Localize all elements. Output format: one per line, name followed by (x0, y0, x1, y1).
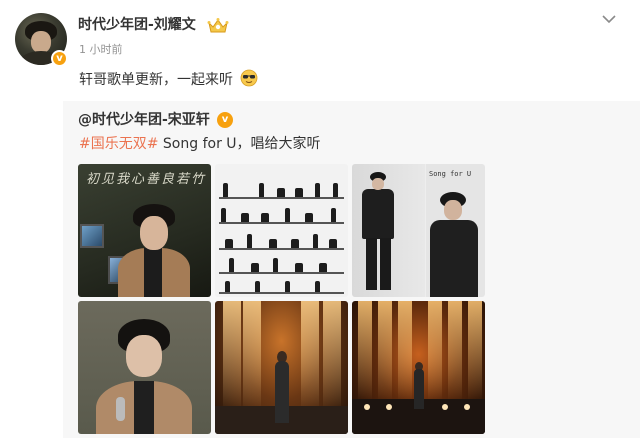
original-author-name[interactable]: @时代少年团-宋亚轩 (78, 110, 210, 130)
sunglasses-emoji-icon (241, 69, 258, 87)
hashtag-link[interactable]: #国乐无双# (79, 136, 158, 152)
original-verified-badge-icon: v (217, 112, 233, 128)
mention-prefix: @ (78, 112, 92, 128)
image-thumbnail-1[interactable]: 初见我心善良若竹 (78, 164, 211, 297)
image-thumbnail-6[interactable] (352, 301, 485, 434)
post-time[interactable]: 1 小时前 (79, 42, 123, 58)
repost-card[interactable]: @时代少年团-宋亚轩 v #国乐无双# Song for U，唱给大家听 初见我… (63, 101, 640, 438)
image-thumbnail-4[interactable] (78, 301, 211, 434)
original-post-text-content: Song for U，唱给大家听 (158, 136, 321, 152)
author-name[interactable]: 时代少年团-刘耀文 (78, 15, 196, 35)
image-calligraphy-text: 初见我心善良若竹 (86, 172, 207, 187)
post-text: 轩哥歌单更新，一起来听 (79, 69, 258, 91)
chevron-down-icon[interactable] (601, 13, 617, 25)
original-post-text: #国乐无双# Song for U，唱给大家听 (79, 133, 321, 155)
verified-badge-icon: v (51, 50, 68, 67)
image-label-text: Song for U (429, 170, 472, 178)
image-thumbnail-2[interactable] (215, 164, 348, 297)
weibo-post: v 时代少年团-刘耀文 1 小时前 轩哥歌单更新，一起来听 @时代少年团-宋亚轩… (0, 0, 640, 438)
crown-icon[interactable] (207, 17, 229, 35)
image-thumbnail-5[interactable] (215, 301, 348, 434)
original-author-label: 时代少年团-宋亚轩 (92, 112, 210, 128)
post-text-content: 轩哥歌单更新，一起来听 (79, 72, 233, 88)
image-thumbnail-3[interactable]: Song for U (352, 164, 485, 297)
